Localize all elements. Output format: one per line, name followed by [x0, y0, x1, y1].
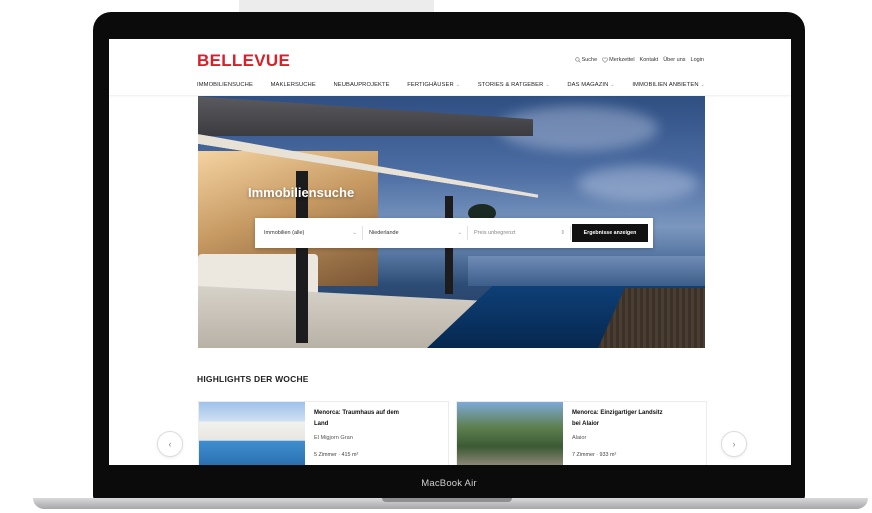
- search-icon: [574, 57, 581, 63]
- hero-title: Immobiliensuche: [248, 185, 355, 200]
- highlight-card[interactable]: Menorca: Einzigartiger Landsitz bei Alai…: [456, 401, 707, 465]
- laptop-base-notch: [382, 498, 512, 502]
- carousel-prev-button[interactable]: ‹: [157, 431, 183, 457]
- device-model-label: MacBook Air: [421, 478, 477, 489]
- stepper-icon: ⇕: [560, 230, 565, 236]
- util-link-ueber-uns[interactable]: Über uns: [663, 57, 685, 63]
- nav-immobilien-anbieten[interactable]: IMMOBILIEN ANBIETEN ⌄: [632, 82, 705, 88]
- util-link-merkzettel[interactable]: Merkzettel: [602, 57, 635, 63]
- card-meta: 5 Zimmer · 415 m²: [314, 452, 359, 458]
- chevron-down-icon: ⌄: [457, 230, 462, 236]
- util-link-kontakt[interactable]: Kontakt: [640, 57, 659, 63]
- chevron-down-icon: ⌄: [700, 82, 705, 88]
- util-link-search[interactable]: Suche: [574, 57, 597, 63]
- chevron-down-icon: ⌄: [545, 82, 550, 88]
- card-meta: 7 Zimmer · 933 m²: [572, 452, 617, 458]
- card-location: El Migjorn Gran: [314, 435, 353, 441]
- utility-links: Suche Merkzettel Kontakt Über uns Login: [574, 57, 704, 63]
- laptop-top-lip: [239, 0, 434, 12]
- show-results-button[interactable]: Ergebnisse anzeigen: [572, 224, 648, 242]
- util-link-login[interactable]: Login: [691, 57, 704, 63]
- card-title[interactable]: Menorca: Einzigartiger Landsitz bei Alai…: [572, 408, 672, 430]
- chevron-down-icon: ⌄: [352, 230, 357, 236]
- card-location: Alaior: [572, 435, 587, 441]
- price-input[interactable]: Preis unbegrenzt ⇕: [471, 226, 571, 240]
- property-image: [457, 402, 563, 465]
- highlight-card[interactable]: Menorca: Traumhaus auf dem Land El Migjo…: [198, 401, 449, 465]
- site-header: BELLEVUE Suche Merkzettel Kontakt Über u…: [109, 39, 791, 95]
- nav-neubauprojekte[interactable]: NEUBAUPROJEKTE: [333, 82, 389, 88]
- property-search-bar: Immobilien (alle) ⌄ Niederlande ⌄ Preis …: [255, 218, 653, 248]
- site-logo[interactable]: BELLEVUE: [197, 51, 290, 71]
- chevron-down-icon: ⌄: [455, 82, 461, 88]
- roof: [198, 96, 533, 136]
- nav-stories-ratgeber[interactable]: STORIES & RATGEBER ⌄: [478, 82, 550, 88]
- nav-fertighaeuser[interactable]: FERTIGHÄUSER ⌄: [407, 82, 460, 88]
- property-type-select[interactable]: Immobilien (alle) ⌄: [261, 226, 363, 240]
- cloud: [578, 166, 698, 201]
- main-nav: IMMOBILIENSUCHE MAKLERSUCHE NEUBAUPROJEK…: [197, 82, 705, 88]
- card-title[interactable]: Menorca: Traumhaus auf dem Land: [314, 408, 414, 430]
- sea: [468, 256, 705, 286]
- country-select[interactable]: Niederlande ⌄: [366, 226, 468, 240]
- nav-maklersuche[interactable]: MAKLERSUCHE: [271, 82, 316, 88]
- property-image: [199, 402, 305, 465]
- browser-screen: BELLEVUE Suche Merkzettel Kontakt Über u…: [109, 39, 791, 465]
- chevron-right-icon: ›: [732, 439, 736, 449]
- heart-icon: [602, 57, 609, 63]
- nav-das-magazin[interactable]: DAS MAGAZIN ⌄: [567, 82, 614, 88]
- chevron-down-icon: ⌄: [610, 82, 615, 88]
- carousel-next-button[interactable]: ›: [721, 431, 747, 457]
- hero-banner: Immobiliensuche Immobilien (alle) ⌄ Nied…: [198, 96, 705, 348]
- chevron-left-icon: ‹: [168, 439, 172, 449]
- nav-immobiliensuche[interactable]: IMMOBILIENSUCHE: [197, 82, 253, 88]
- highlights-heading: HIGHLIGHTS DER WOCHE: [197, 374, 309, 384]
